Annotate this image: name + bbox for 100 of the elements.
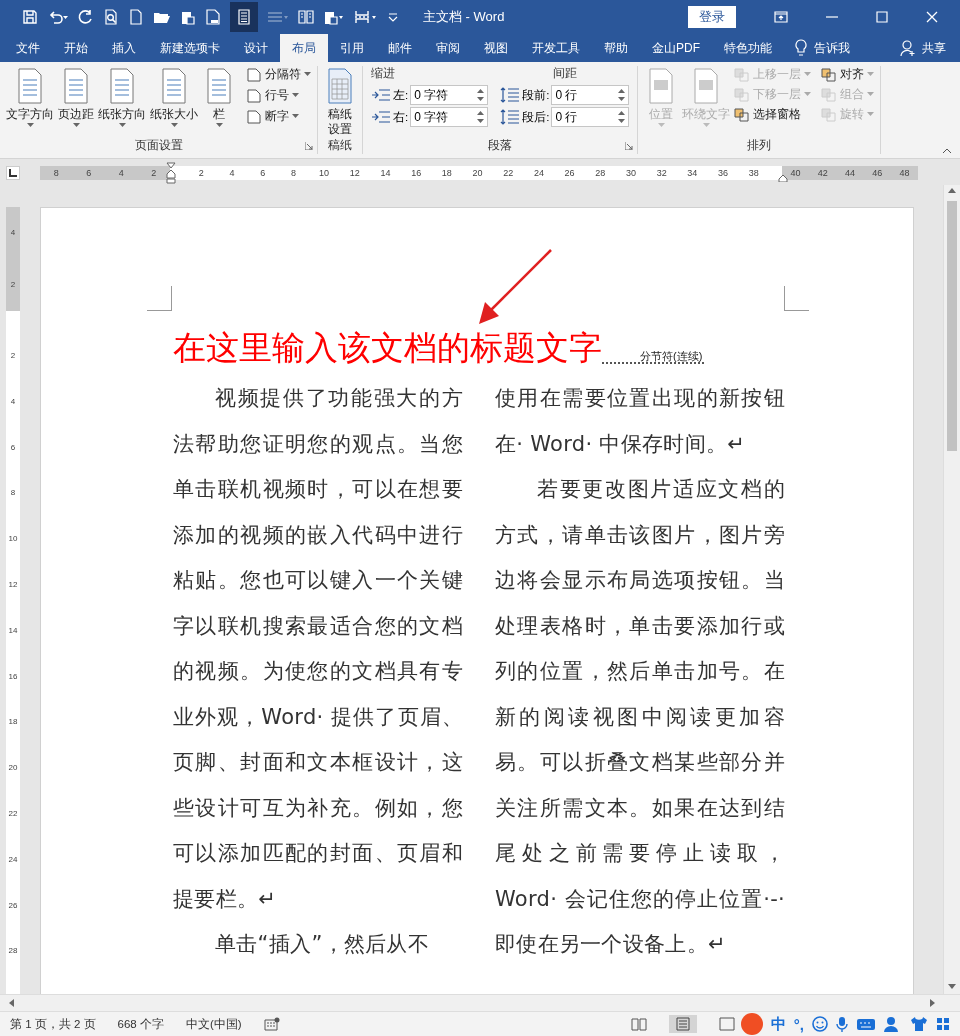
tab-selector[interactable] [6,166,20,180]
scroll-right-icon[interactable] [930,999,936,1007]
spacing-label: 间距 [551,66,578,81]
ruler-number: 4 [117,168,125,178]
ribbon-button[interactable]: 纸张方向 [96,66,148,128]
ribbon-button[interactable]: 纸张大小 [148,66,200,128]
ruler-number: 40 [789,168,802,178]
scroll-left-icon[interactable] [8,999,14,1007]
ime-mode[interactable]: 中 [770,1014,786,1034]
ribbon-tab[interactable]: 视图 [472,34,520,62]
line-spacing-icon [500,109,521,125]
ribbon-button[interactable]: 文字方向 [4,66,56,128]
columns-icon[interactable] [298,9,314,25]
ribbon-button[interactable]: 页边距 [56,66,96,128]
horizontal-scrollbar[interactable] [0,994,960,1011]
ruler-number: 24 [532,168,545,178]
ribbon-tab[interactable]: 引用 [328,34,376,62]
scrollbar-thumb[interactable] [947,201,957,451]
print-preview-icon[interactable] [103,9,119,25]
grid-menu-icon[interactable] [936,1017,950,1031]
break-icon[interactable] [354,9,378,25]
ribbon-tab[interactable]: 帮助 [592,34,640,62]
spinner-arrows-icon[interactable] [618,88,626,102]
ribbon-button[interactable]: 稿纸设置 [322,66,358,137]
macro-record-icon[interactable] [263,1017,280,1031]
paste-icon[interactable] [180,9,196,25]
ribbon-tab[interactable]: 特色功能 [712,34,784,62]
maximize-icon[interactable] [876,11,888,23]
ribbon-button[interactable]: 行号 [244,87,313,104]
spin-field[interactable]: 0 字符 [410,107,489,127]
caret-icon [657,123,665,128]
ribbon-tab[interactable]: 金山PDF [640,34,712,62]
layers-icon [734,87,751,102]
ribbon-tab[interactable]: 审阅 [424,34,472,62]
ime-logo-icon[interactable] [740,1013,763,1035]
ime-punctuation[interactable]: °, [793,1015,804,1033]
ribbon-tab[interactable]: 邮件 [376,34,424,62]
redo-icon[interactable] [78,9,94,25]
ruler-number: 12 [8,580,18,591]
close-icon[interactable] [926,11,938,23]
login-button[interactable]: 登录 [688,6,736,28]
ruler-number: 20 [8,763,18,775]
ribbon-button[interactable]: 对齐 [819,66,877,83]
new-document-icon[interactable] [128,9,144,25]
spinner-arrows-icon[interactable] [477,88,485,102]
person-add-icon [900,39,916,57]
ribbon-display-icon[interactable] [774,11,788,23]
caret-icon [292,93,299,98]
undo-icon[interactable] [47,9,69,25]
dialog-launcher-icon[interactable] [305,142,313,150]
paste-icon[interactable] [323,9,345,25]
ribbon-button[interactable]: 分隔符 [244,66,313,83]
caret-icon [702,123,710,128]
layers-icon [821,67,838,82]
page-number-icon[interactable] [205,9,221,25]
indent-marker[interactable] [166,162,176,184]
ribbon-tab[interactable]: 开始 [52,34,100,62]
read-mode-icon[interactable] [630,1017,647,1031]
field-label: 左: [393,87,409,103]
ribbon-tab[interactable]: 设计 [232,34,280,62]
language-indicator[interactable]: 中文(中国) [185,1016,242,1032]
document-icon [236,9,252,25]
microphone-icon[interactable] [836,1016,848,1032]
document-view-button[interactable] [230,2,258,32]
dialog-launcher-icon[interactable] [625,142,634,150]
ruler-number: 2 [10,351,16,362]
keyboard-icon[interactable] [856,1017,876,1031]
ribbon-tab[interactable]: 文件 [4,34,52,62]
ribbon-tab[interactable]: 布局 [280,34,328,62]
ribbon-tab[interactable]: 开发工具 [520,34,592,62]
ribbon-button[interactable]: 选择窗格 [732,106,814,123]
spin-field[interactable]: 0 字符 [410,85,489,105]
word-count[interactable]: 668 个字 [117,1016,164,1032]
ribbon-tab[interactable]: 插入 [100,34,148,62]
scroll-up-icon[interactable] [948,187,956,193]
page-count[interactable]: 第 1 页，共 2 页 [10,1016,96,1032]
ruler-number: 18 [440,168,453,178]
print-layout-button[interactable] [668,1015,697,1033]
ruler-number: 6 [85,168,93,178]
spinner-arrows-icon[interactable] [477,110,485,124]
collapse-ribbon-icon[interactable] [942,148,952,154]
right-indent-marker[interactable] [778,174,788,182]
ribbon-tab[interactable]: 新建选项卡 [148,34,232,62]
shirt-icon[interactable] [910,1016,928,1032]
ribbon-button[interactable]: 栏 [200,66,238,128]
ruler-number: 14 [8,625,18,637]
vertical-scrollbar[interactable] [943,185,960,994]
share-button[interactable]: 共享 [890,34,960,62]
ribbon-button[interactable]: 断字 [244,108,313,125]
spin-field[interactable]: 0 行 [551,107,630,127]
ruler-number: 18 [8,717,18,729]
spinner-arrows-icon[interactable] [618,110,626,124]
ruler-number: 24 [8,854,18,866]
save-icon[interactable] [22,9,38,25]
scroll-down-icon[interactable] [948,984,956,990]
ruler-number: 28 [8,946,18,958]
spin-field[interactable]: 0 行 [551,85,630,105]
tell-me-search[interactable]: 告诉我 [784,34,860,62]
emoji-icon[interactable] [812,1016,828,1032]
ruler-number: 2 [10,280,16,290]
